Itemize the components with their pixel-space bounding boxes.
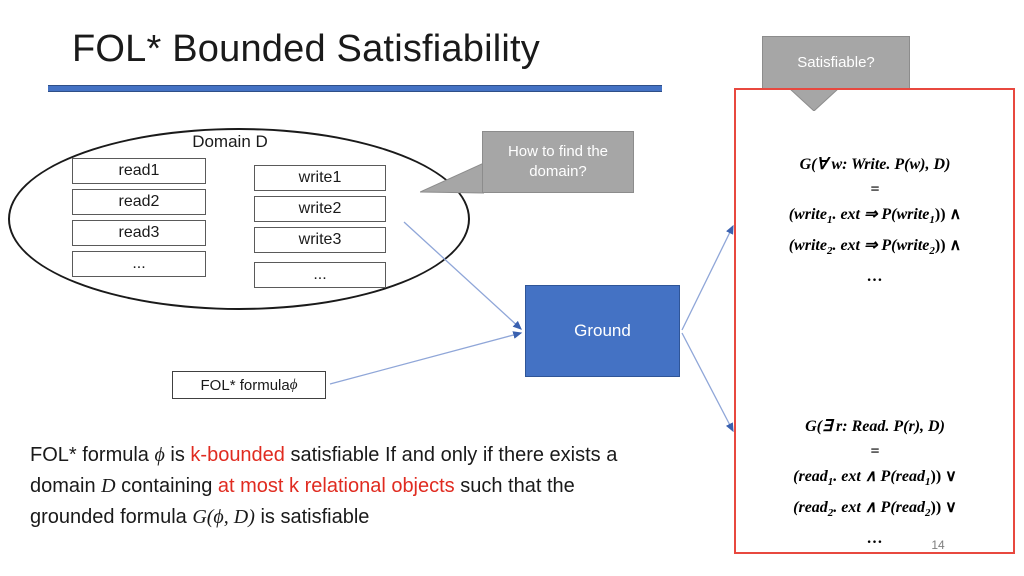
callout-domain-text: How to find the domain? [507, 143, 609, 180]
callout-satisfiable: Satisfiable? [762, 36, 910, 90]
domain-ellipse [8, 128, 470, 310]
fol-formula-phi-symbol: ϕ [289, 376, 298, 393]
domain-label: Domain D [192, 132, 268, 151]
body-segment: containing [115, 475, 218, 497]
highlight-k-bounded: k-bounded [190, 444, 285, 466]
fol-formula-input-box: FOL* formula ϕ [172, 371, 326, 399]
list-item: read3 [72, 220, 206, 246]
formula-line: (read1. ext ∧ P(read1)) ∨ [793, 468, 957, 489]
formula-line: (write1. ext ⇒ P(write1)) ∧ [788, 206, 962, 227]
formula-line: G(∃ r: Read. P(r), D) [805, 418, 945, 435]
ground-process-box: Ground [525, 285, 680, 377]
formula-line: (read2. ext ∧ P(read2)) ∨ [793, 499, 957, 520]
grounded-formula-inline: G(ϕ, D) [192, 506, 255, 528]
grounded-formula-read: G(∃ r: Read. P(r), D) = (read1. ext ∧ P(… [738, 414, 1012, 551]
page-title: FOL* Bounded Satisfiability [72, 28, 540, 70]
formula-line: G(∀ w: Write. P(w), D) [799, 156, 951, 173]
formula-line: … [866, 530, 884, 548]
list-item: write1 [254, 165, 386, 191]
list-item: write2 [254, 196, 386, 222]
ground-label: Ground [574, 321, 631, 340]
body-segment: is [164, 444, 191, 466]
grounded-formula-write: G(∀ w: Write. P(w), D) = (write1. ext ⇒ … [738, 152, 1012, 289]
slide-number: 14 [931, 538, 945, 552]
fol-formula-label: FOL* formula [200, 376, 290, 394]
formula-line: = [870, 181, 880, 198]
arrow-ground-to-top-formula [681, 224, 734, 331]
list-item: ... [72, 251, 206, 277]
slide-canvas: FOL* Bounded Satisfiability Domain D rea… [0, 0, 1024, 576]
highlight-at-most-k: at most k relational objects [217, 475, 455, 497]
body-paragraph: FOL* formula ϕ is k-bounded satisfiable … [30, 440, 630, 533]
formula-line: … [866, 268, 884, 286]
formula-line: (write2. ext ⇒ P(write2)) ∧ [788, 237, 962, 258]
callout-domain-tail-icon [420, 163, 484, 194]
list-item: write3 [254, 227, 386, 253]
arrow-ground-to-bottom-formula [681, 332, 734, 433]
list-item: ... [254, 262, 386, 288]
title-underline-rule [48, 85, 662, 92]
domain-variable: D [101, 475, 116, 497]
callout-satisfiable-text: Satisfiable? [797, 54, 875, 71]
phi-symbol: ϕ [154, 444, 165, 466]
body-segment: is satisfiable [254, 506, 370, 528]
formula-line: = [870, 443, 880, 460]
list-item: read1 [72, 158, 206, 184]
list-item: read2 [72, 189, 206, 215]
body-segment: FOL* formula [30, 444, 155, 466]
arrow-formula-to-ground [329, 331, 523, 385]
callout-how-to-find-domain: How to find the domain? [482, 131, 634, 193]
